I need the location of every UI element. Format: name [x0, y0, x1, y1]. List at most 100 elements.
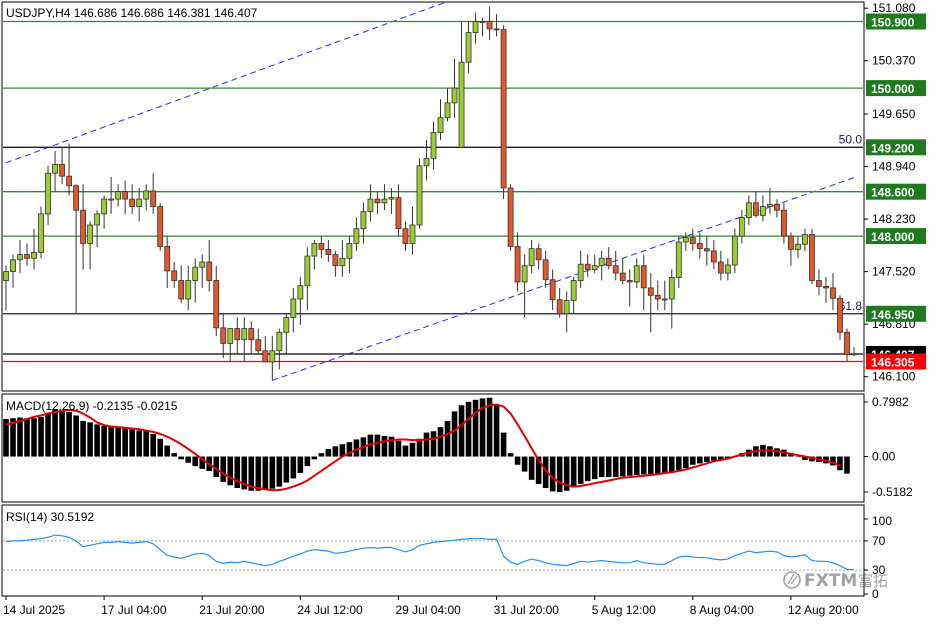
- candle-body: [423, 157, 430, 167]
- candle-body: [851, 353, 857, 356]
- macd-bar: [591, 456, 598, 480]
- macd-bar: [227, 456, 234, 486]
- candle-body: [276, 331, 283, 352]
- candle-body: [458, 61, 465, 148]
- candle-body: [444, 102, 451, 119]
- candle-body: [192, 266, 199, 281]
- candle-body: [360, 211, 367, 230]
- level-label: 146.305: [866, 353, 926, 370]
- candle-body: [724, 264, 731, 274]
- candle-body: [10, 259, 16, 273]
- macd-bar: [192, 456, 199, 467]
- time-tick-label: 17 Jul 04:00: [101, 603, 167, 617]
- macd-bar: [59, 410, 65, 457]
- candle-body: [816, 280, 822, 287]
- candle: [416, 158, 423, 229]
- candle-body: [584, 263, 591, 270]
- macd-bar: [374, 434, 381, 457]
- macd-bar: [444, 420, 451, 457]
- candle-body: [353, 228, 360, 244]
- price-tick-label: 149.650: [872, 107, 916, 121]
- candle-body: [703, 248, 710, 252]
- macd-bar: [24, 418, 30, 457]
- macd-bar: [80, 420, 86, 457]
- macd-bar: [164, 445, 170, 457]
- candle-body: [738, 217, 745, 237]
- macd-bar: [234, 456, 241, 489]
- macd-bar: [668, 456, 675, 472]
- rsi-tick-label: 100: [872, 514, 892, 528]
- macd-bar: [647, 456, 654, 475]
- macd-bar: [101, 425, 107, 457]
- candle-body: [234, 328, 241, 341]
- macd-bar: [283, 456, 290, 483]
- candle-body: [115, 191, 122, 200]
- candle-body: [675, 241, 682, 278]
- macd-bar: [844, 456, 850, 474]
- candle-body: [752, 202, 759, 216]
- macd-bar: [38, 416, 44, 457]
- price-tick-label: 147.520: [872, 265, 916, 279]
- macd-bar: [640, 456, 647, 475]
- candle-body: [31, 251, 37, 259]
- macd-bar: [31, 418, 37, 457]
- chart-canvas: 50.061.8 151.080150.370149.650148.940148…: [0, 0, 936, 624]
- macd-bar: [416, 438, 423, 457]
- candle-body: [837, 297, 843, 333]
- macd-bar: [52, 409, 58, 457]
- macd-bar: [276, 456, 283, 487]
- candle-body: [668, 277, 675, 300]
- macd-bar: [45, 412, 51, 457]
- watermark-text: FXTM: [804, 571, 857, 591]
- candle: [38, 206, 44, 259]
- candle-body: [451, 87, 458, 104]
- candle-body: [101, 198, 108, 215]
- macd-bar: [430, 431, 437, 457]
- macd-tick-label: 0.7982: [872, 395, 909, 409]
- macd-bar: [178, 456, 185, 460]
- candle-body: [213, 280, 220, 329]
- candle-body: [759, 206, 766, 216]
- candle: [157, 202, 164, 251]
- candle-body: [381, 198, 388, 204]
- macd-bar: [115, 427, 121, 457]
- macd-tick-label: -0.5182: [872, 485, 913, 499]
- candle-body: [731, 235, 738, 266]
- level-label: 150.000: [866, 80, 926, 97]
- level-label: 148.000: [866, 228, 926, 245]
- candle-body: [388, 197, 395, 200]
- level-label: 149.200: [866, 139, 926, 156]
- candle-body: [332, 254, 339, 267]
- macd-bar: [633, 456, 640, 476]
- price-tick-label: 146.100: [872, 370, 916, 384]
- candle-body: [437, 117, 444, 133]
- candle-body: [661, 298, 668, 301]
- macd-bar: [423, 432, 430, 457]
- level-label: 148.600: [866, 183, 926, 200]
- macd-bar: [150, 433, 156, 457]
- candle-body: [339, 257, 346, 267]
- candle-body: [241, 328, 248, 341]
- candle-body: [262, 350, 269, 363]
- candle-body: [479, 21, 486, 23]
- candle-body: [507, 187, 514, 247]
- candle-body: [696, 243, 703, 250]
- candle-body: [788, 235, 794, 250]
- macd-bar: [612, 456, 619, 478]
- candle-body: [290, 298, 297, 318]
- level-label: 150.900: [866, 13, 926, 29]
- macd-bar: [262, 456, 269, 490]
- macd-bar: [458, 405, 465, 457]
- macd-bar: [381, 436, 388, 457]
- candle-body: [122, 191, 129, 200]
- macd-bar: [437, 427, 444, 457]
- candle-body: [809, 234, 815, 281]
- macd-bar: [549, 456, 556, 492]
- price-tick-label: 151.080: [872, 1, 916, 15]
- candle-body: [52, 163, 58, 174]
- macd-bar: [465, 401, 472, 457]
- candle-body: [682, 237, 689, 243]
- candle-body: [59, 163, 65, 177]
- macd-bar: [528, 456, 535, 480]
- candle-body: [150, 190, 157, 207]
